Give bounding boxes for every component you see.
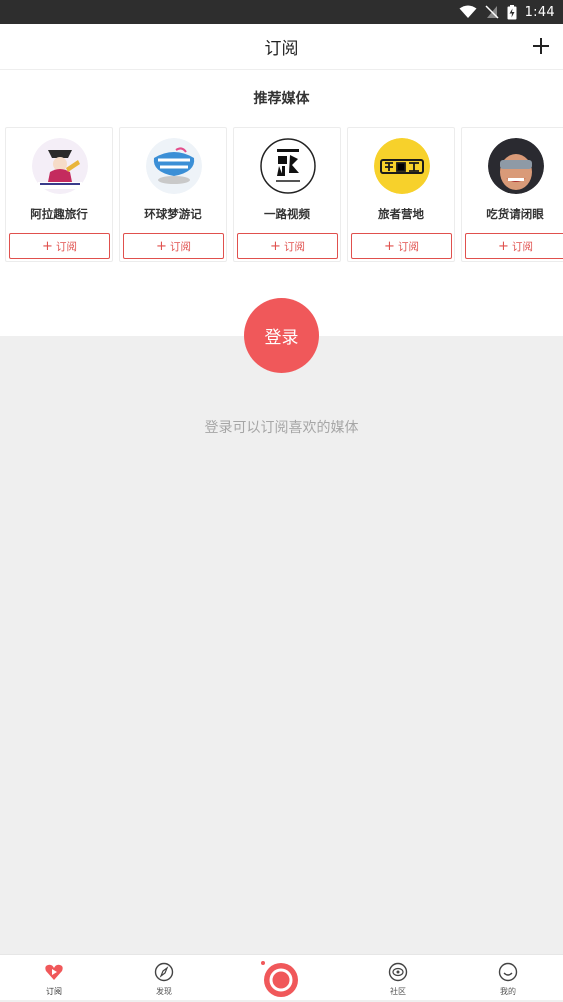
plus-icon: +: [498, 238, 509, 254]
tab-label: 发现: [156, 987, 172, 996]
login-label: 登录: [264, 328, 299, 348]
tab-label: 我的: [500, 987, 516, 996]
subscribe-label: 订阅: [169, 240, 191, 253]
media-card[interactable]: 环球梦游记 + 订阅: [119, 127, 227, 262]
tab-community[interactable]: 社区: [358, 955, 438, 1001]
subscribe-button[interactable]: + 订阅: [237, 233, 338, 259]
play-heart-icon: [44, 962, 64, 982]
media-name: 环球梦游记: [144, 207, 202, 221]
smiley-icon: [498, 962, 518, 982]
tab-subscribe[interactable]: 订阅: [14, 955, 94, 1001]
media-card[interactable]: 一路视频 + 订阅: [233, 127, 341, 262]
subscribe-label: 订阅: [511, 240, 533, 253]
media-avatar: [32, 138, 88, 194]
subscribe-label: 订阅: [283, 240, 305, 253]
subscribe-label: 订阅: [55, 240, 77, 253]
media-avatar: [146, 138, 202, 194]
add-icon[interactable]: [529, 34, 553, 58]
plus-icon: +: [270, 238, 281, 254]
media-avatar: [260, 138, 316, 194]
media-card[interactable]: 吃货请闭眼 + 订阅: [461, 127, 563, 262]
subscribe-label: 订阅: [397, 240, 419, 253]
media-name: 一路视频: [264, 207, 310, 221]
media-avatar: [488, 138, 544, 194]
tab-label: 订阅: [46, 987, 62, 996]
plus-icon: +: [384, 238, 395, 254]
subscribe-button[interactable]: + 订阅: [465, 233, 563, 259]
tab-profile[interactable]: 我的: [468, 955, 548, 1001]
page-title: 订阅: [264, 39, 299, 59]
battery-charging-icon: [507, 4, 517, 20]
tab-label: 社区: [390, 987, 406, 996]
no-sim-icon: [485, 5, 499, 19]
status-bar: 1:44: [0, 0, 563, 24]
media-name: 吃货请闭眼: [486, 207, 544, 221]
tab-discover[interactable]: 发现: [124, 955, 204, 1001]
bottom-tab-bar: 订阅 发现 社区 我的: [0, 954, 563, 1000]
plus-icon: +: [156, 238, 167, 254]
subscribe-button[interactable]: + 订阅: [9, 233, 110, 259]
subscribe-button[interactable]: + 订阅: [351, 233, 452, 259]
subscribe-button[interactable]: + 订阅: [123, 233, 224, 259]
recommended-media-section: 推荐媒体 阿拉趣旅行 + 订阅 环球梦游记 + 订阅 一路视频 + 订阅 旅者营…: [0, 70, 563, 336]
media-card-list[interactable]: 阿拉趣旅行 + 订阅 环球梦游记 + 订阅 一路视频 + 订阅 旅者营地 + 订…: [5, 127, 563, 262]
media-card[interactable]: 旅者营地 + 订阅: [347, 127, 455, 262]
login-button[interactable]: 登录: [244, 298, 319, 373]
app-bar: 订阅: [0, 24, 563, 70]
login-hint: 登录可以订阅喜欢的媒体: [204, 420, 359, 436]
media-name: 旅者营地: [378, 207, 424, 221]
wifi-icon: [459, 5, 477, 19]
status-time: 1:44: [524, 4, 555, 20]
record-button[interactable]: [263, 962, 299, 998]
media-name: 阿拉趣旅行: [30, 207, 88, 221]
section-title: 推荐媒体: [253, 91, 310, 107]
media-avatar: [374, 138, 430, 194]
media-card[interactable]: 阿拉趣旅行 + 订阅: [5, 127, 113, 262]
plus-icon: +: [42, 238, 53, 254]
compass-icon: [154, 962, 174, 982]
community-icon: [388, 962, 408, 982]
